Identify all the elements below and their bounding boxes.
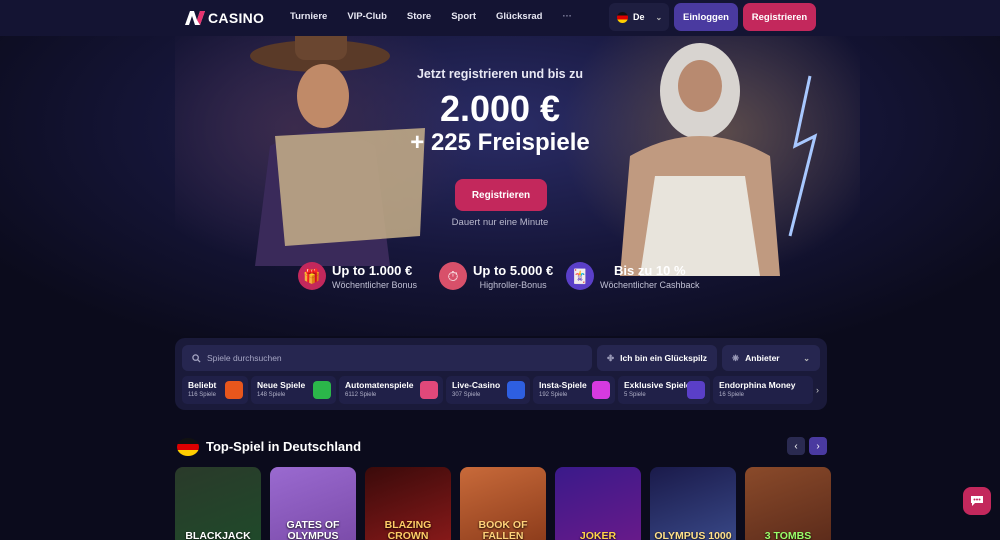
game-card[interactable]: JOKER <box>555 467 641 540</box>
chat-button[interactable] <box>963 487 991 515</box>
site-logo[interactable]: CASINO <box>185 9 264 27</box>
nav-item-store[interactable]: Store <box>407 11 431 22</box>
game-card[interactable]: GATES OF OLYMPUS <box>270 467 356 540</box>
chevron-left-icon: ‹ <box>794 440 798 452</box>
carousel-next-button[interactable]: › <box>809 437 827 455</box>
category-list: Beliebt 116 Spiele Neue Spiele 148 Spiel… <box>182 376 822 404</box>
game-title: BLACKJACK <box>185 529 251 540</box>
hero-register-button[interactable]: Registrieren <box>455 179 547 211</box>
chevron-right-icon[interactable]: › <box>816 385 819 395</box>
game-card[interactable]: 3 TOMBS <box>745 467 831 540</box>
bonus-cashback: 🃏 Bis zu 10 % Wöchentlicher Cashback <box>566 262 700 290</box>
game-card[interactable]: OLYMPUS 1000 <box>650 467 736 540</box>
category-exclusive[interactable]: Exklusive Spiele 5 Spiele <box>618 376 710 404</box>
top-games-carousel: BLACKJACK GATES OF OLYMPUS BLAZING CROWN… <box>175 467 831 540</box>
logo-text: CASINO <box>208 10 265 26</box>
search-icon <box>192 353 201 363</box>
hero-banner: Jetzt registrieren und bis zu 2.000 € + … <box>0 36 1000 336</box>
bonus-subtitle: Wöchentlicher Bonus <box>332 279 418 290</box>
lucky-label: Ich bin ein Glückspilz <box>620 353 708 363</box>
register-button[interactable]: Registrieren <box>743 3 816 31</box>
german-flag-icon <box>617 11 628 23</box>
lightning-icon <box>592 381 610 399</box>
game-title: OLYMPUS 1000 <box>654 529 732 540</box>
game-title: GATES OF OLYMPUS <box>286 519 340 540</box>
game-title: BOOK OF FALLEN <box>478 519 528 540</box>
nav-item-wheel[interactable]: Glücksrad <box>496 11 542 22</box>
dice-icon <box>507 381 525 399</box>
bonus-subtitle: Wöchentlicher Cashback <box>600 279 700 290</box>
nav-item-sport[interactable]: Sport <box>451 11 476 22</box>
category-live-casino[interactable]: Live-Casino 307 Spiele <box>446 376 530 404</box>
category-slots[interactable]: Automatenspiele 6112 Spiele <box>339 376 443 404</box>
german-flag-icon <box>177 438 199 456</box>
carousel-prev-button[interactable]: ‹ <box>787 437 805 455</box>
bonus-highroller: ⏱ Up to 5.000 € Highroller-Bonus <box>439 262 553 290</box>
game-title: BLAZING CROWN <box>384 519 432 540</box>
category-endorphina[interactable]: Endorphina Money 16 Spiele <box>713 376 813 404</box>
section-title: Top-Spiel in Deutschland <box>206 439 362 454</box>
category-count: 16 Spiele <box>719 392 745 398</box>
category-new-games[interactable]: Neue Spiele 148 Spiele <box>251 376 336 404</box>
chevron-down-icon: ⌄ <box>655 12 663 22</box>
nav-item-vip-club[interactable]: VIP-Club <box>347 11 387 22</box>
game-filter-panel: Spiele durchsuchen ✤ Ich bin ein Glücksp… <box>175 338 827 410</box>
bonus-title: Up to 1.000 € <box>332 262 413 278</box>
top-navigation-bar: CASINO Turniere VIP-Club Store Sport Glü… <box>0 0 1000 36</box>
hero-free-spins: + 225 Freispiele <box>410 129 590 156</box>
bonus-title: Up to 5.000 € <box>473 262 554 278</box>
nav-more-button[interactable]: ··· <box>562 11 572 22</box>
category-name: Endorphina Money <box>719 380 796 390</box>
clover-icon <box>313 381 331 399</box>
category-insta-games[interactable]: Insta-Spiele 192 Spiele <box>533 376 615 404</box>
game-card[interactable]: BLACKJACK <box>175 467 261 540</box>
chevron-right-icon: › <box>816 440 820 452</box>
slot-machine-icon <box>420 381 438 399</box>
lucky-button[interactable]: ✤ Ich bin ein Glückspilz <box>597 345 717 371</box>
search-input[interactable]: Spiele durchsuchen <box>182 345 592 371</box>
nav-item-tournaments[interactable]: Turniere <box>290 11 327 22</box>
language-selector[interactable]: De ⌄ <box>609 3 669 31</box>
search-placeholder: Spiele durchsuchen <box>207 353 282 363</box>
login-button[interactable]: Einloggen <box>674 3 738 31</box>
main-nav: Turniere VIP-Club Store Sport Glücksrad … <box>290 11 572 22</box>
chat-bubble-icon <box>971 496 983 506</box>
game-card[interactable]: BOOK OF FALLEN <box>460 467 546 540</box>
clock-coin-icon: ⏱ <box>439 262 467 290</box>
gift-calendar-icon: 🎁 <box>298 262 326 290</box>
provider-dropdown[interactable]: ❋ Anbieter ⌄ <box>722 345 820 371</box>
hero-subtitle: Jetzt registrieren und bis zu <box>416 67 583 81</box>
game-title: 3 TOMBS <box>764 529 812 540</box>
brand-logo-icon <box>687 381 705 399</box>
clover-icon: ✤ <box>607 352 615 363</box>
bonus-subtitle: Highroller-Bonus <box>479 279 547 290</box>
language-label: De <box>633 12 645 22</box>
provider-label: Anbieter <box>745 353 780 363</box>
flame-icon <box>225 381 243 399</box>
bonus-title: Bis zu 10 % <box>614 262 686 278</box>
chevron-down-icon: ⌄ <box>803 353 810 363</box>
hero-bonus-amount: 2.000 € <box>439 88 561 129</box>
game-title: JOKER <box>579 529 617 540</box>
logo-mark-icon <box>185 11 205 25</box>
bonus-weekly: 🎁 Up to 1.000 € Wöchentlicher Bonus <box>298 262 417 290</box>
game-card[interactable]: BLAZING CROWN <box>365 467 451 540</box>
provider-icon: ❋ <box>732 352 740 363</box>
hero-note: Dauert nur eine Minute <box>451 217 549 228</box>
category-popular[interactable]: Beliebt 116 Spiele <box>182 376 248 404</box>
cards-coin-icon: 🃏 <box>566 262 594 290</box>
